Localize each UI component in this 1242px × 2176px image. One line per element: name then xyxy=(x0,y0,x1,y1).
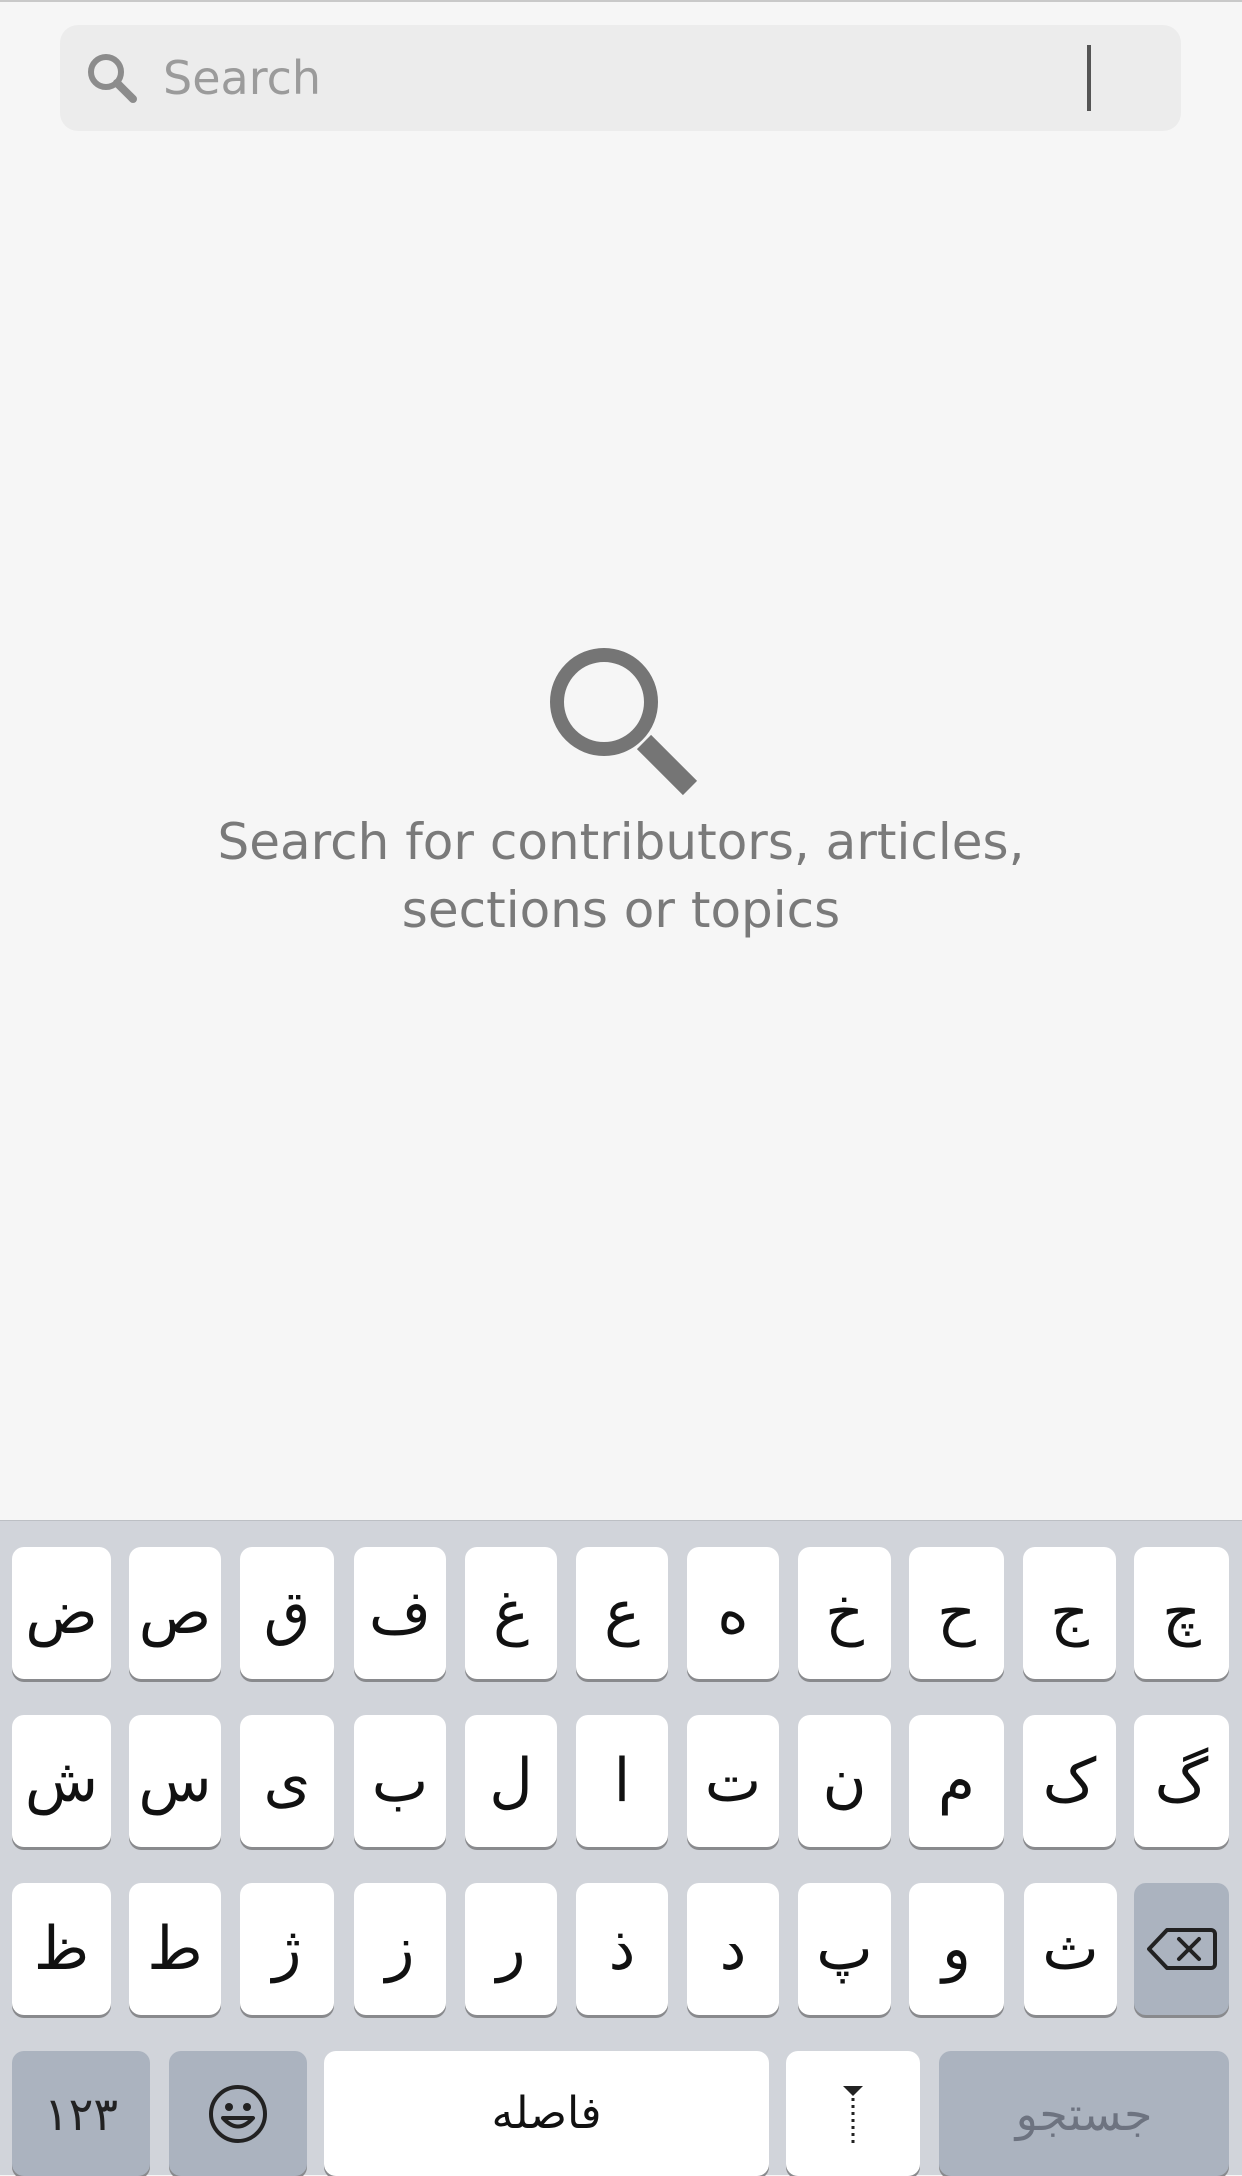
key-row2-4[interactable]: ب xyxy=(354,1715,446,1847)
key-row1-7[interactable]: ه xyxy=(687,1547,779,1679)
numbers-key[interactable]: ۱۲۳ xyxy=(12,2051,150,2176)
backspace-icon xyxy=(1146,1927,1217,1971)
top-divider xyxy=(0,0,1242,2)
search-icon xyxy=(82,48,142,108)
key-row3-10[interactable]: ث xyxy=(1024,1883,1117,2015)
key-row3-6[interactable]: ذ xyxy=(576,1883,668,2015)
key-row2-5[interactable]: ل xyxy=(465,1715,557,1847)
key-row2-6[interactable]: ا xyxy=(576,1715,668,1847)
key-row3-9[interactable]: و xyxy=(909,1883,1004,2015)
text-cursor xyxy=(1087,45,1091,111)
key-row1-5[interactable]: غ xyxy=(465,1547,557,1679)
empty-state-message-line-1: Search for contributors, articles, xyxy=(217,813,1025,871)
key-row1-4[interactable]: ف xyxy=(354,1547,446,1679)
key-row3-7[interactable]: د xyxy=(687,1883,779,2015)
key-row2-10[interactable]: ک xyxy=(1023,1715,1116,1847)
key-row2-8[interactable]: ن xyxy=(798,1715,891,1847)
key-row3-1[interactable]: ظ xyxy=(12,1883,111,2015)
key-row2-7[interactable]: ت xyxy=(687,1715,779,1847)
empty-state-message-line-2: sections or topics xyxy=(401,881,841,939)
key-row3-3[interactable]: ژ xyxy=(240,1883,334,2015)
key-row1-8[interactable]: خ xyxy=(798,1547,891,1679)
key-row1-6[interactable]: ع xyxy=(576,1547,668,1679)
search-go-key[interactable]: جستجو xyxy=(939,2051,1229,2176)
search-bar[interactable] xyxy=(60,25,1181,131)
key-row3-5[interactable]: ر xyxy=(465,1883,557,2015)
keyboard: ض ص ق ف غ ع ه خ ح ج چ ش س ی ب ل ا ت ن م … xyxy=(0,1520,1242,2176)
search-input[interactable] xyxy=(163,25,1063,131)
zwnj-key[interactable] xyxy=(786,2051,920,2176)
key-row2-9[interactable]: م xyxy=(909,1715,1004,1847)
key-row1-1[interactable]: ض xyxy=(12,1547,111,1679)
backspace-key[interactable] xyxy=(1134,1883,1229,2015)
emoji-key[interactable] xyxy=(169,2051,307,2176)
key-row3-4[interactable]: ز xyxy=(354,1883,446,2015)
key-row2-3[interactable]: ی xyxy=(240,1715,334,1847)
key-row1-10[interactable]: ج xyxy=(1023,1547,1116,1679)
key-row2-2[interactable]: س xyxy=(129,1715,221,1847)
zwnj-icon xyxy=(840,2082,866,2146)
key-row1-11[interactable]: چ xyxy=(1134,1547,1229,1679)
emoji-icon xyxy=(207,2083,269,2145)
key-row1-9[interactable]: ح xyxy=(909,1547,1004,1679)
key-row2-1[interactable]: ش xyxy=(12,1715,111,1847)
empty-state-search-icon xyxy=(542,640,702,800)
key-row3-2[interactable]: ط xyxy=(129,1883,221,2015)
key-row1-3[interactable]: ق xyxy=(240,1547,334,1679)
empty-state-message: Search for contributors, articles, secti… xyxy=(121,808,1121,944)
key-row1-2[interactable]: ص xyxy=(129,1547,221,1679)
key-row3-8[interactable]: پ xyxy=(798,1883,891,2015)
key-row2-11[interactable]: گ xyxy=(1134,1715,1229,1847)
space-key[interactable]: فاصله xyxy=(324,2051,769,2176)
